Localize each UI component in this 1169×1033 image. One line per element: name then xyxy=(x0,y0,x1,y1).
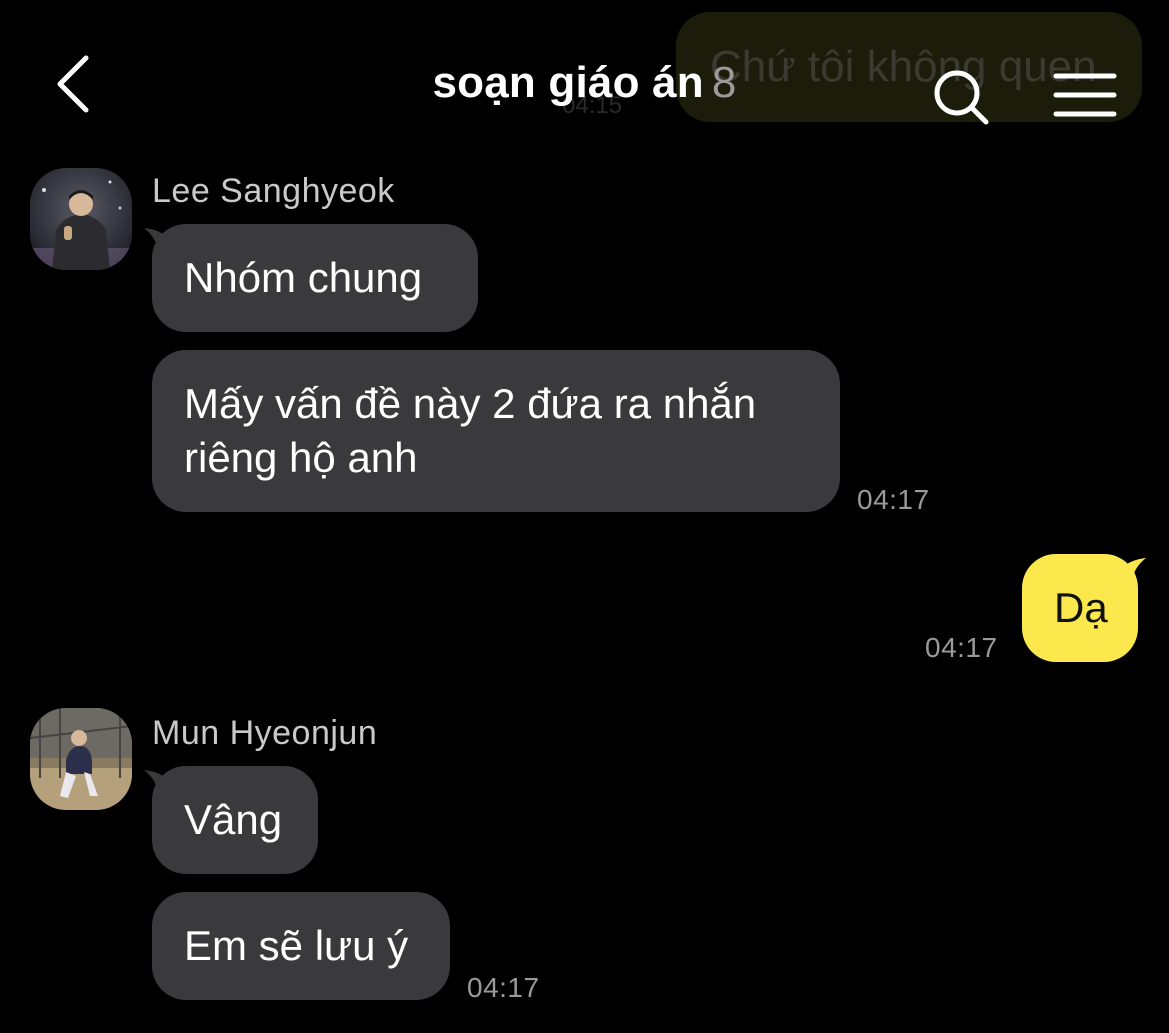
message-bubble-outgoing[interactable]: Dạ xyxy=(1022,554,1138,662)
message-text: Nhóm chung xyxy=(184,254,423,301)
message-timestamp: 04:17 xyxy=(467,972,540,1003)
search-button[interactable] xyxy=(930,66,992,128)
message-timestamp: 04:17 xyxy=(857,484,930,515)
sender-name: Mun Hyeonjun xyxy=(152,714,378,752)
message-bubble[interactable]: Vâng xyxy=(152,766,318,874)
chat-header: soạn giáo án 8 xyxy=(0,0,1169,150)
message-text-line: Mấy vấn đề này 2 đứa ra nhắn xyxy=(184,380,757,427)
avatar-mun-hyeonjun[interactable] xyxy=(30,708,132,810)
message-text-line: riêng hộ anh xyxy=(184,434,418,481)
message-bubble[interactable]: Mấy vấn đề này 2 đứa ra nhắn riêng hộ an… xyxy=(152,350,840,512)
chat-title-text: soạn giáo án xyxy=(432,58,704,107)
search-icon xyxy=(934,70,989,125)
avatar-photo xyxy=(30,708,132,810)
menu-button[interactable] xyxy=(1052,70,1118,120)
avatar-photo xyxy=(30,168,132,270)
message-text: Em sẽ lưu ý xyxy=(184,922,409,969)
message-bubble[interactable]: Nhóm chung xyxy=(152,224,478,332)
chat-title: soạn giáo án 8 xyxy=(0,58,1169,108)
message-text: Vâng xyxy=(184,796,283,843)
message-timestamp: 04:17 xyxy=(925,632,998,663)
message-bubble[interactable]: Em sẽ lưu ý xyxy=(152,892,450,1000)
member-count: 8 xyxy=(711,58,737,107)
sender-name: Lee Sanghyeok xyxy=(152,172,395,210)
menu-icon xyxy=(1053,73,1117,117)
message-text: Dạ xyxy=(1054,584,1108,631)
avatar-lee-sanghyeok[interactable] xyxy=(30,168,132,270)
